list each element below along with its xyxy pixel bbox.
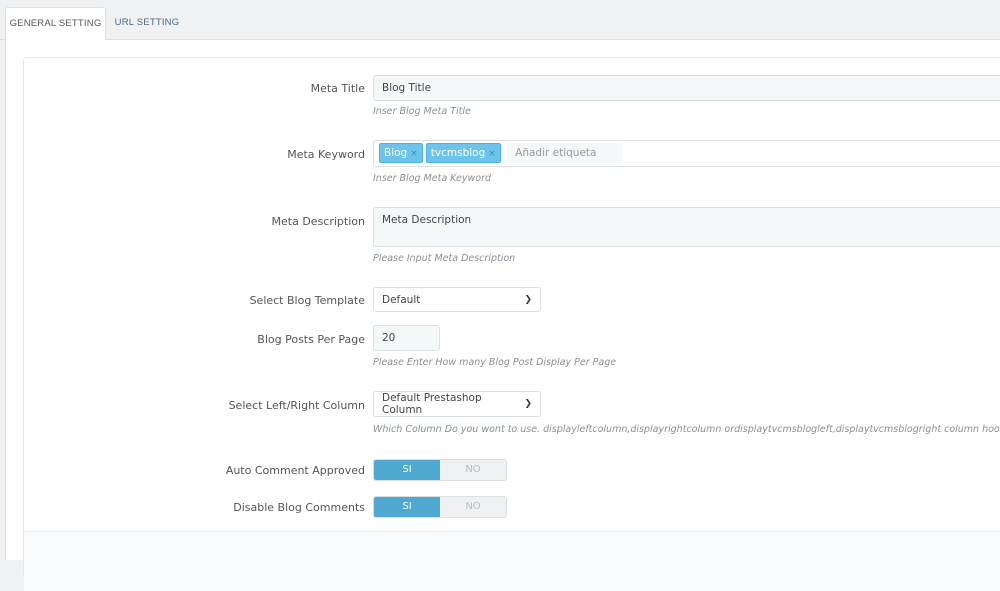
blog-template-label: Select Blog Template [249, 294, 365, 307]
column-label: Select Left/Right Column [228, 399, 365, 412]
chevron-down-icon: ❯ [524, 294, 532, 305]
select-value: Default [382, 293, 421, 306]
meta-keyword-help: Inser Blog Meta Keyword [373, 173, 492, 184]
posts-per-page-label: Blog Posts Per Page [257, 333, 365, 346]
auto-comment-toggle[interactable]: SI NO [373, 459, 507, 481]
form-footer [24, 531, 1000, 591]
meta-description-help: Please Input Meta Description [373, 253, 516, 264]
blog-template-select[interactable]: Default ❯ [373, 287, 541, 312]
posts-per-page-input[interactable]: 20 [373, 325, 440, 351]
keyword-tag: tvcmsblog × [425, 143, 501, 163]
disable-comments-toggle[interactable]: SI NO [373, 496, 507, 518]
tab-general-setting[interactable]: GENERAL SETTING [5, 7, 106, 41]
auto-comment-label: Auto Comment Approved [225, 464, 365, 477]
toggle-no[interactable]: NO [440, 460, 506, 480]
toggle-yes[interactable]: SI [374, 497, 440, 517]
toggle-no[interactable]: NO [440, 497, 506, 517]
tab-url-setting[interactable]: URL SETTING [106, 7, 188, 41]
add-tag-input[interactable]: Añadir etiqueta [507, 143, 623, 163]
toggle-yes[interactable]: SI [374, 460, 440, 480]
settings-form [23, 57, 1000, 591]
posts-per-page-help: Please Enter How many Blog Post Display … [373, 357, 617, 368]
meta-title-help: Inser Blog Meta Title [373, 106, 471, 117]
meta-keyword-label: Meta Keyword [287, 148, 365, 161]
column-select[interactable]: Default Prestashop Column ❯ [373, 391, 541, 417]
remove-tag-icon[interactable]: × [410, 149, 418, 159]
disable-comments-label: Disable Blog Comments [233, 501, 365, 514]
tab-bar: GENERAL SETTING URL SETTING [0, 0, 1000, 41]
meta-description-label: Meta Description [271, 215, 365, 228]
meta-title-input[interactable]: Blog Title [373, 75, 1000, 101]
meta-description-textarea[interactable]: Meta Description [373, 207, 1000, 247]
meta-keyword-input[interactable]: Blog × tvcmsblog × Añadir etiqueta [373, 140, 1000, 167]
meta-title-label: Meta Title [310, 82, 365, 95]
tag-label: tvcmsblog [430, 147, 486, 159]
remove-tag-icon[interactable]: × [488, 149, 496, 159]
tag-label: Blog [384, 147, 408, 159]
column-help: Which Column Do you wont to use. display… [373, 424, 1000, 435]
select-value: Default Prestashop Column [382, 392, 482, 416]
keyword-tag: Blog × [379, 143, 423, 163]
chevron-down-icon: ❯ [524, 399, 532, 409]
